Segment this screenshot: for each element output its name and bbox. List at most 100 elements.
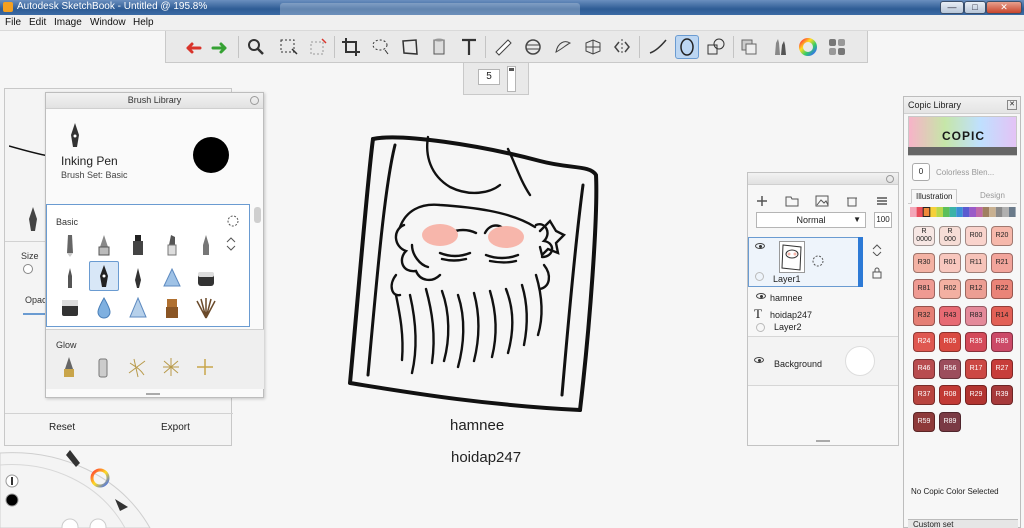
copic-swatch[interactable]: R56	[939, 358, 961, 379]
copic-swatch[interactable]: R 0000	[913, 226, 935, 246]
copic-swatch[interactable]: R24	[913, 332, 935, 352]
close-icon[interactable]	[886, 175, 894, 183]
transform-icon[interactable]	[398, 35, 422, 59]
close-button[interactable]: ✕	[986, 1, 1022, 14]
brush-palette-icon[interactable]	[767, 35, 791, 59]
minimize-button[interactable]: —	[940, 1, 964, 14]
copic-swatch[interactable]: R21	[991, 252, 1013, 273]
color-family-chip[interactable]	[1002, 207, 1009, 217]
reorder-icon[interactable]	[872, 244, 882, 256]
menu-edit[interactable]: Edit	[29, 17, 46, 28]
copic-swatch[interactable]: R11	[965, 252, 987, 273]
copic-swatch[interactable]: R37	[913, 385, 935, 405]
size-slider-knob[interactable]	[23, 264, 33, 274]
copic-swatch[interactable]: R89	[939, 411, 961, 432]
layer-name[interactable]: hamnee	[770, 293, 803, 303]
ellipse-icon[interactable]	[675, 35, 699, 59]
text-icon[interactable]	[457, 35, 481, 59]
sharpen-brush[interactable]	[123, 293, 153, 323]
tab-design[interactable]: Design	[976, 189, 1009, 204]
perspective-icon[interactable]	[581, 35, 605, 59]
background-layer-row[interactable]: Background	[748, 336, 898, 386]
smear-brush[interactable]	[157, 293, 187, 323]
delete-layer-icon[interactable]	[844, 193, 860, 209]
resize-grip[interactable]	[146, 393, 160, 395]
layer-copy-icon[interactable]	[737, 35, 761, 59]
layer-lock-toggle[interactable]	[755, 272, 764, 281]
color-family-chip[interactable]	[982, 207, 990, 217]
eye-icon[interactable]	[754, 357, 764, 363]
color-family-chip[interactable]	[916, 207, 924, 217]
copic-swatch[interactable]: R81	[913, 279, 935, 299]
add-layer-icon[interactable]	[754, 193, 770, 209]
reset-button[interactable]: Reset	[49, 422, 75, 433]
color-family-chip[interactable]	[995, 207, 1003, 217]
copic-swatch[interactable]: R01	[939, 252, 961, 273]
shapes-icon[interactable]	[704, 35, 728, 59]
layer-row-selected[interactable]: Layer1	[748, 237, 859, 287]
lasso-icon[interactable]	[369, 35, 393, 59]
add-image-icon[interactable]	[814, 193, 830, 209]
copic-color-family-strip[interactable]	[910, 207, 1017, 217]
airbrush-brush[interactable]	[89, 230, 119, 260]
close-icon[interactable]: ✕	[1007, 100, 1017, 110]
select-icon[interactable]	[277, 35, 301, 59]
brush-library-scrollbar[interactable]	[254, 207, 261, 223]
brush-pen-brush[interactable]	[123, 263, 153, 293]
colorless-blender-swatch[interactable]: 0	[912, 163, 930, 181]
redo-icon[interactable]	[209, 35, 233, 59]
resize-grip[interactable]	[816, 440, 830, 442]
color-family-chip[interactable]	[929, 207, 937, 217]
crop-select-icon[interactable]	[306, 35, 330, 59]
canvas-artwork[interactable]	[340, 125, 605, 415]
fineliner-brush[interactable]	[55, 263, 85, 293]
copic-icon[interactable]	[825, 35, 849, 59]
canvas-text-hoidap247[interactable]: hoidap247	[451, 449, 521, 466]
glow-scribble-brush[interactable]	[122, 352, 152, 382]
eye-icon[interactable]	[756, 293, 766, 299]
undo-icon[interactable]	[180, 35, 204, 59]
color-family-chip[interactable]	[923, 207, 930, 217]
ruler-icon[interactable]	[491, 35, 515, 59]
layer-selection-icon[interactable]	[812, 255, 824, 267]
hard-eraser-brush[interactable]	[191, 263, 221, 293]
background-color-swatch[interactable]	[845, 346, 875, 376]
copic-swatch[interactable]: R17	[965, 358, 987, 379]
copic-swatch[interactable]: R22	[991, 279, 1013, 299]
copic-swatch[interactable]: R85	[991, 332, 1013, 352]
copic-swatch[interactable]: R83	[965, 305, 987, 326]
layer-name[interactable]: hoidap247	[770, 310, 812, 320]
copic-swatch[interactable]: R27	[991, 358, 1013, 379]
brush-size-value[interactable]: 5	[478, 69, 500, 85]
chisel-marker-brush[interactable]	[157, 230, 187, 260]
french-curve-icon[interactable]	[551, 35, 575, 59]
crop-icon[interactable]	[339, 35, 363, 59]
fan-brush[interactable]	[191, 293, 221, 323]
reorder-icon[interactable]	[226, 237, 236, 251]
add-group-icon[interactable]	[784, 193, 800, 209]
brush-settings-icon[interactable]	[227, 215, 239, 227]
inking-pen-brush[interactable]	[89, 261, 119, 291]
copic-swatch[interactable]: R14	[991, 305, 1013, 326]
menu-image[interactable]: Image	[54, 17, 82, 28]
copic-swatch[interactable]: R 000	[939, 226, 961, 246]
blur-brush[interactable]	[89, 293, 119, 323]
copic-swatch[interactable]: R29	[965, 385, 987, 405]
copic-swatch[interactable]: R02	[939, 279, 961, 299]
copic-swatch[interactable]: R30	[913, 252, 935, 273]
copic-swatch[interactable]: R35	[965, 332, 987, 352]
brush-size-slider[interactable]	[507, 66, 516, 92]
bucket-icon[interactable]	[427, 35, 451, 59]
zoom-icon[interactable]	[244, 35, 268, 59]
ellipse-guide-icon[interactable]	[521, 35, 545, 59]
color-family-chip[interactable]	[969, 207, 976, 217]
layer-menu-icon[interactable]	[874, 193, 890, 209]
marker-brush[interactable]	[123, 230, 153, 260]
maximize-button[interactable]: □	[964, 1, 986, 14]
glow-star-brush[interactable]	[156, 352, 186, 382]
close-icon[interactable]	[250, 96, 259, 105]
eye-icon[interactable]	[755, 243, 765, 249]
copic-swatch[interactable]: R12	[965, 279, 987, 299]
layer-visibility-toggle[interactable]	[756, 323, 765, 332]
ballpoint-brush[interactable]	[191, 230, 221, 260]
